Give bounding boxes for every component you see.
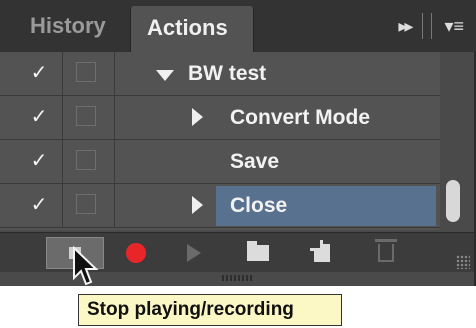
panel-menu-icon[interactable]: ▾≡ (444, 16, 464, 37)
record-button[interactable] (114, 237, 158, 269)
toggle-check-icon[interactable]: ✓ (28, 106, 50, 128)
column-divider (114, 52, 115, 96)
scrollbar-thumb[interactable] (446, 180, 460, 222)
tab-history[interactable]: History (14, 0, 126, 52)
list-item[interactable]: ✓ BW test (0, 52, 440, 96)
toggle-check-icon[interactable]: ✓ (28, 62, 50, 84)
tooltip: Stop playing/recording (78, 294, 342, 326)
record-icon (126, 243, 146, 263)
dialog-toggle-box[interactable] (76, 62, 96, 82)
action-step-label: Convert Mode (230, 106, 371, 129)
action-step-label: Save (230, 150, 280, 173)
dialog-toggle-box[interactable] (76, 150, 96, 170)
trash-icon (375, 239, 397, 262)
dialog-toggle-box[interactable] (76, 106, 96, 126)
actions-panel: History Actions ▸▸ ▾≡ ✓ BW test ✓ Conver… (0, 0, 476, 286)
new-action-icon (310, 240, 330, 262)
toggle-check-icon[interactable]: ✓ (28, 150, 50, 172)
expand-right-icon[interactable] (192, 108, 203, 126)
new-action-button[interactable] (300, 237, 344, 269)
list-item-selected[interactable]: ✓ Close (0, 184, 440, 228)
resize-grip-icon[interactable] (456, 255, 470, 269)
list-item[interactable]: ✓ Save (0, 140, 440, 184)
column-divider (114, 96, 115, 140)
panel-divider-icon (422, 13, 433, 39)
new-set-button[interactable] (236, 237, 280, 269)
collapse-panel-icon[interactable]: ▸▸ (398, 16, 413, 37)
column-divider (114, 140, 115, 184)
expand-down-icon[interactable] (156, 70, 174, 81)
column-divider (114, 184, 115, 228)
column-divider (62, 140, 63, 184)
new-set-icon (247, 241, 269, 261)
list-item[interactable]: ✓ Convert Mode (0, 96, 440, 140)
column-divider (62, 96, 63, 140)
panel-tools: ▸▸ ▾≡ (398, 0, 464, 52)
actions-panel-screenshot: History Actions ▸▸ ▾≡ ✓ BW test ✓ Conver… (0, 0, 476, 328)
play-icon (187, 244, 201, 262)
mouse-cursor-icon (73, 246, 99, 286)
panel-resize-handle[interactable] (222, 275, 254, 281)
actions-list: ✓ BW test ✓ Convert Mode ✓ Save ✓ Close (0, 52, 440, 230)
tab-actions[interactable]: Actions (130, 6, 254, 52)
column-divider (62, 184, 63, 228)
dialog-toggle-box[interactable] (76, 194, 96, 214)
expand-right-icon[interactable] (192, 196, 203, 214)
action-set-label: BW test (188, 62, 267, 85)
toggle-check-icon[interactable]: ✓ (28, 194, 50, 216)
tab-bar: History Actions ▸▸ ▾≡ (0, 0, 476, 53)
play-button[interactable] (172, 237, 216, 269)
delete-button[interactable] (364, 237, 408, 269)
column-divider (62, 52, 63, 96)
action-step-label: Close (230, 194, 288, 217)
